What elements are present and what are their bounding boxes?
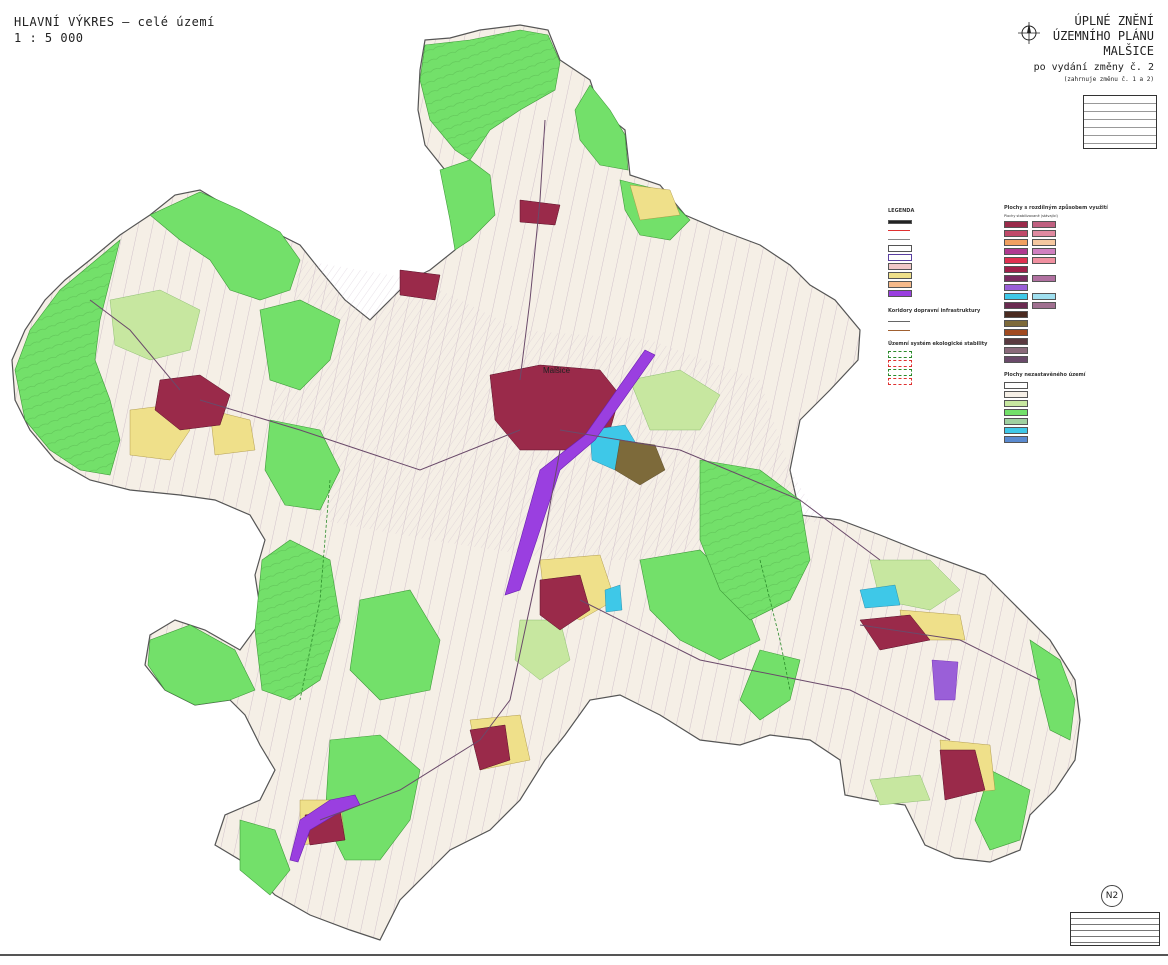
territory-map: Malšice (11, 24, 1081, 941)
town-label: Malšice (543, 366, 571, 375)
development-area-purple (931, 659, 959, 701)
legend-section-transport: Koridory dopravní infrastruktury (888, 308, 981, 314)
plan-title-block: ÚPLNÉ ZNĚNÍ ÚZEMNÍHO PLÁNU MALŠICE po vy… (954, 14, 1154, 84)
legend-left: LEGENDA Koridory dopravní infrastruktury… (888, 208, 993, 386)
map-scale: 1 : 5 000 (14, 31, 84, 45)
legend-section-ecology: Územní systém ekologické stability (888, 341, 988, 347)
plan-note: (zahrnuje změnu č. 1 a 2) (1063, 76, 1154, 83)
plan-title-line2: ÚZEMNÍHO PLÁNU (1052, 29, 1154, 43)
drawing-title-block (1070, 912, 1160, 946)
sheet-id-badge: N2 (1101, 885, 1123, 907)
legend-section-areas: Plochy s rozdílným způsobem využití (1004, 205, 1108, 211)
map-title-block: HLAVNÍ VÝKRES – celé území 1 : 5 000 (14, 14, 215, 46)
sheet-border-bottom (0, 954, 1168, 956)
legend-section-areas-sub: Plochy stabilizované (stávající) (1004, 214, 1058, 218)
approval-stamp-box (1083, 95, 1157, 149)
plan-title-line1: ÚPLNÉ ZNĚNÍ (1074, 14, 1154, 28)
legend-right: Plochy s rozdílným způsobem využití Ploc… (1004, 205, 1129, 444)
legend-title: LEGENDA (888, 208, 915, 214)
map-title: HLAVNÍ VÝKRES – celé území (14, 15, 215, 29)
legend-section-unbuilt: Plochy nezastavěného území (1004, 372, 1086, 378)
plan-subtitle: po vydání změny č. 2 (1033, 62, 1154, 73)
map-canvas: Malšice (0, 0, 1168, 961)
plan-title-line3: MALŠICE (1103, 44, 1154, 58)
